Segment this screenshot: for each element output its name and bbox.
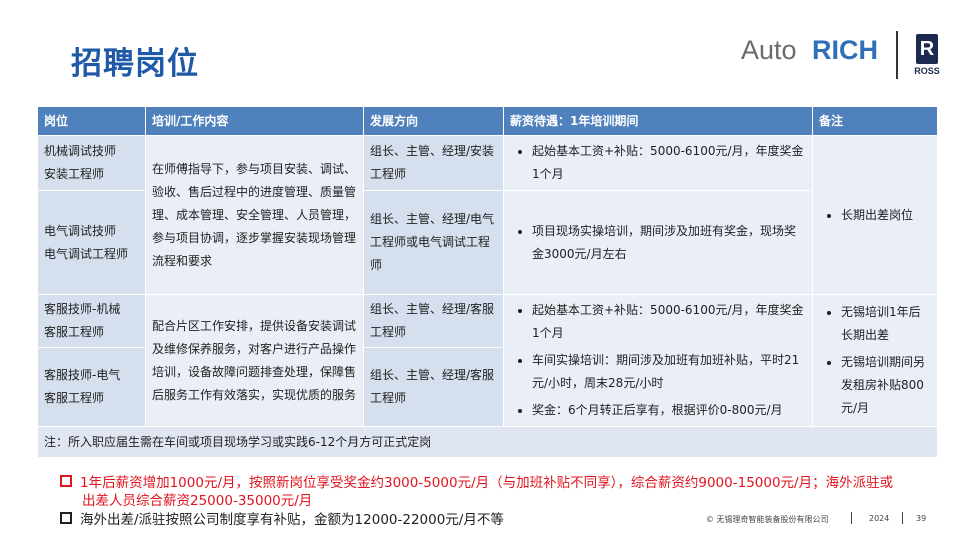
table-row: 客服技师-机械 客服工程师 配合片区工作安排，提供设备安装调试及维修保养服务，对… [37, 294, 938, 427]
position-name: 安装工程师 [44, 167, 105, 181]
page-number: 39 [916, 514, 927, 523]
position-name: 电气调试技师 [44, 223, 117, 238]
footer-divider [851, 512, 852, 524]
table-note-row: 注：所入职应届生需在车间或项目现场学习或实践6-12个月方可正式定岗 [37, 426, 938, 458]
header-training: 培训/工作内容 [145, 106, 364, 136]
footnote-red-line1: 1年后薪资增加1000元/月，按照新岗位享受奖金约3000-5000元/月（与加… [80, 475, 894, 491]
footnote-red-line2: 出差人员综合薪资25000-35000元/月 [82, 493, 313, 509]
header-remark: 备注 [812, 106, 938, 136]
training-cell: 配合片区工作安排，提供设备安装调试及维修保养服务，对客户进行产品操作培训，设备故… [145, 294, 364, 427]
development-cell: 组长、主管、经理/客服工程师 [363, 346, 504, 428]
remark-item: 长期出差岗位 [841, 204, 931, 227]
salary-item: 起始基本工资+补贴：5000-6100元/月，年度奖金1个月 [532, 140, 806, 186]
ross-mark-icon: R [916, 34, 938, 64]
development-cell: 组长、主管、经理/客服工程师 [363, 294, 504, 348]
remark-cell: 无锡培训1年后长期出差 无锡培训期间另发租房补贴800元/月 [812, 294, 938, 427]
position-cell: 机械调试技师 安装工程师 [37, 135, 146, 191]
salary-item: 奖金：6个月转正后享有，根据评价0-800元/月 [532, 399, 806, 422]
footnote-black: 海外出差/派驻按照公司制度享有补贴，金额为12000-22000元/月不等 [60, 511, 504, 529]
header-salary: 薪资待遇：1年培训期间 [503, 106, 813, 136]
position-cell: 客服技师-机械 客服工程师 [37, 294, 146, 348]
checkbox-square-icon [60, 512, 72, 524]
header-position: 岗位 [37, 106, 146, 136]
position-name: 客服技师-机械 [44, 301, 121, 316]
recruitment-table: 岗位 培训/工作内容 发展方向 薪资待遇：1年培训期间 备注 机械调试技师 安装… [37, 106, 938, 458]
footnote-black-text: 海外出差/派驻按照公司制度享有补贴，金额为12000-22000元/月不等 [80, 512, 504, 528]
salary-item: 项目现场实操培训，期间涉及加班有奖金，现场奖金3000元/月左右 [532, 220, 806, 266]
footer-year: 2024 [869, 514, 890, 523]
table-row: 机械调试技师 安装工程师 在师傅指导下，参与项目安装、调试、验收、售后过程中的进… [37, 135, 938, 295]
header-development: 发展方向 [363, 106, 504, 136]
table-note: 注：所入职应届生需在车间或项目现场学习或实践6-12个月方可正式定岗 [37, 426, 938, 458]
development-cell: 组长、主管、经理/电气工程师或电气调试工程师 [363, 190, 504, 295]
ross-logo-text: ROSS [914, 66, 940, 76]
position-name: 机械调试技师 [44, 144, 117, 158]
salary-cell: 起始基本工资+补贴：5000-6100元/月，年度奖金1个月 车间实操培训：期间… [503, 294, 813, 427]
page-title: 招聘岗位 [71, 46, 199, 82]
salary-cell: 项目现场实操培训，期间涉及加班有奖金，现场奖金3000元/月左右 [503, 190, 813, 295]
footnote-red: 1年后薪资增加1000元/月，按照新岗位享受奖金约3000-5000元/月（与加… [60, 474, 960, 510]
salary-cell: 起始基本工资+补贴：5000-6100元/月，年度奖金1个月 [503, 135, 813, 191]
salary-item: 起始基本工资+补贴：5000-6100元/月，年度奖金1个月 [532, 299, 806, 345]
remark-cell: 长期出差岗位 [812, 135, 938, 295]
development-cell: 组长、主管、经理/安装工程师 [363, 135, 504, 191]
footer-divider [902, 512, 903, 524]
salary-item: 车间实操培训：期间涉及加班有加班补贴，平时21元/小时，周末28元/小时 [532, 349, 806, 395]
company-copyright: © 无锡理奇智能装备股份有限公司 [706, 515, 829, 524]
position-cell: 客服技师-电气 客服工程师 [37, 346, 146, 428]
position-name: 电气调试工程师 [44, 246, 129, 261]
table-header-row: 岗位 培训/工作内容 发展方向 薪资待遇：1年培训期间 备注 [37, 106, 938, 136]
remark-item: 无锡培训1年后长期出差 [841, 301, 931, 347]
position-name: 客服技师-电气 [44, 367, 121, 382]
position-cell: 电气调试技师 电气调试工程师 [37, 190, 146, 295]
training-cell: 在师傅指导下，参与项目安装、调试、验收、售后过程中的进度管理、质量管理、成本管理… [145, 135, 364, 295]
remark-item: 无锡培训期间另发租房补贴800元/月 [841, 351, 931, 420]
position-name: 客服工程师 [44, 390, 105, 405]
logo-rich-text: RICH [812, 35, 878, 65]
position-name: 客服工程师 [44, 324, 105, 339]
checkbox-square-icon [60, 475, 72, 487]
ross-logo: R ROSS [910, 34, 944, 80]
logo-auto-text: Auto [741, 35, 797, 65]
logo-divider [896, 31, 898, 79]
